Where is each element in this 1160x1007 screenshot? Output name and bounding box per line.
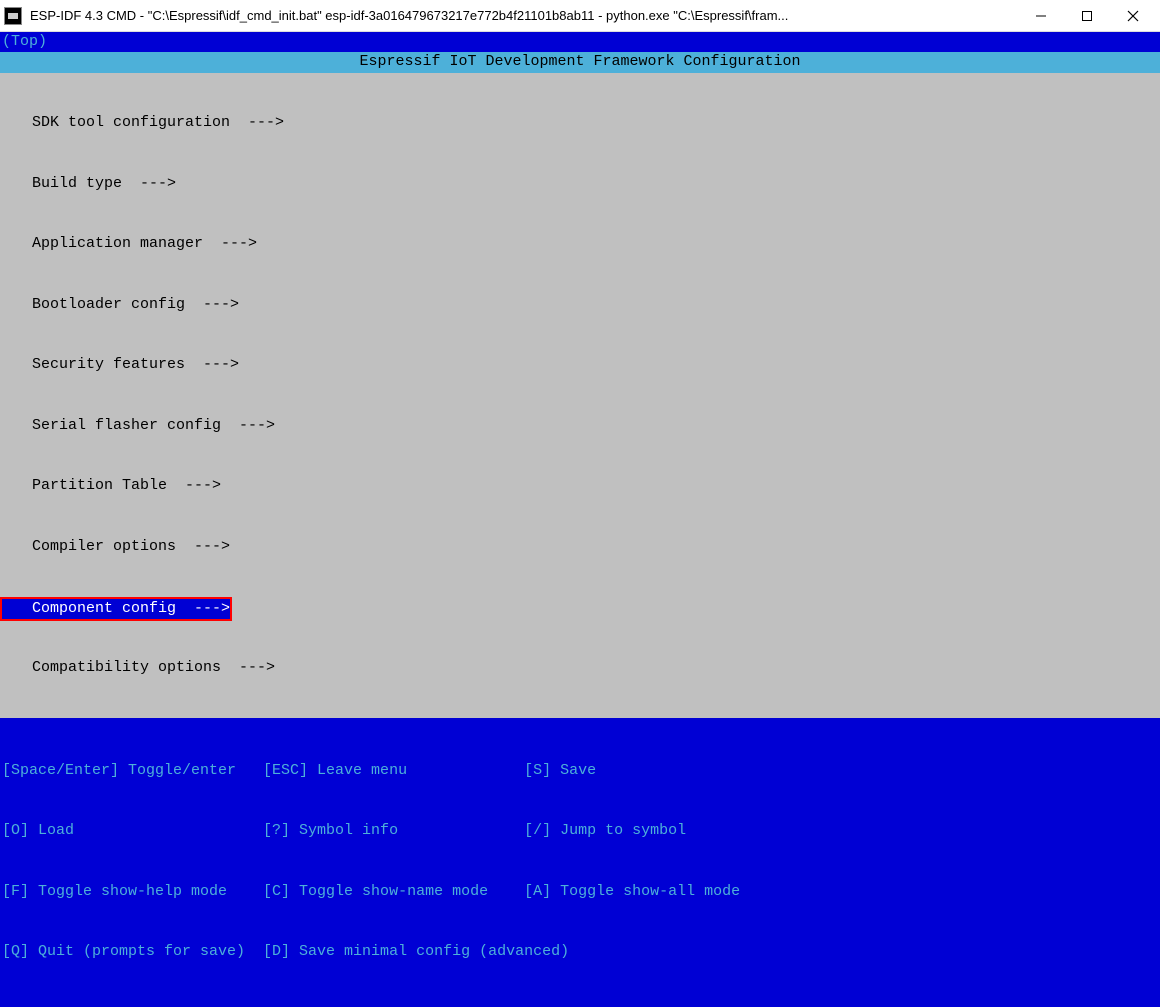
maximize-button[interactable]	[1064, 1, 1110, 31]
menu-item-partition-table[interactable]: Partition Table --->	[0, 477, 221, 494]
menu-item-build-type[interactable]: Build type --->	[0, 175, 176, 192]
footer-help: [Space/Enter] Toggle/enter [ESC] Leave m…	[0, 718, 1160, 1007]
window-title: ESP-IDF 4.3 CMD - "C:\Espressif\idf_cmd_…	[30, 8, 1018, 23]
menu-item-app-manager[interactable]: Application manager --->	[0, 235, 257, 252]
menu-item-security[interactable]: Security features --->	[0, 356, 239, 373]
minimize-button[interactable]	[1018, 1, 1064, 31]
menu-item-serial-flasher[interactable]: Serial flasher config --->	[0, 417, 275, 434]
breadcrumb: (Top)	[0, 32, 1160, 52]
menu-item-sdk-tool[interactable]: SDK tool configuration --->	[0, 114, 284, 131]
footer-row: [Q] Quit (prompts for save) [D] Save min…	[0, 942, 1160, 962]
cmd-icon	[4, 7, 22, 25]
footer-row: [F] Toggle show-help mode [C] Toggle sho…	[0, 882, 1160, 902]
menu-item-compatibility[interactable]: Compatibility options --->	[0, 659, 275, 676]
menu-item-component-config[interactable]: Component config --->	[0, 597, 232, 621]
menu-item-bootloader[interactable]: Bootloader config --->	[0, 296, 239, 313]
menu-list: SDK tool configuration ---> Build type -…	[0, 73, 1160, 719]
footer-row: [O] Load [?] Symbol info [/] Jump to sym…	[0, 821, 1160, 841]
window-titlebar: ESP-IDF 4.3 CMD - "C:\Espressif\idf_cmd_…	[0, 0, 1160, 32]
menu-item-compiler[interactable]: Compiler options --->	[0, 538, 230, 555]
close-button[interactable]	[1110, 1, 1156, 31]
terminal-area: (Top) Espressif IoT Development Framewor…	[0, 32, 1160, 686]
footer-row: [Space/Enter] Toggle/enter [ESC] Leave m…	[0, 761, 1160, 781]
config-header: Espressif IoT Development Framework Conf…	[0, 52, 1160, 72]
window-controls	[1018, 1, 1156, 31]
